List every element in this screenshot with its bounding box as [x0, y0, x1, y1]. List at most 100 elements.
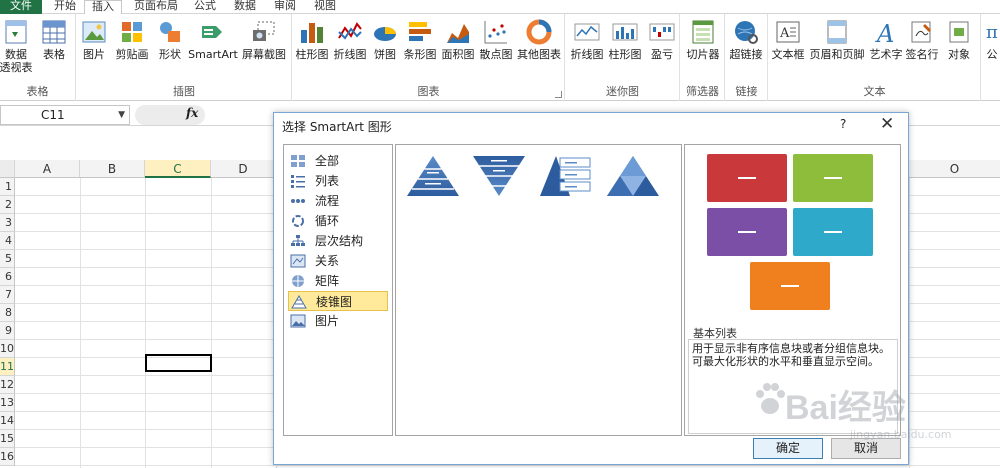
tab-formulas[interactable]: 公式	[190, 0, 220, 14]
pie-chart-button[interactable]: 饼图	[369, 18, 401, 61]
equation-button[interactable]: π 公	[984, 18, 1000, 61]
other-charts-button[interactable]: 其他图表	[515, 18, 563, 61]
line-chart-button[interactable]: 折线图	[331, 18, 369, 61]
row-header[interactable]: 16	[0, 448, 15, 466]
picture-icon	[82, 21, 106, 43]
row-header[interactable]: 12	[0, 376, 15, 394]
sparkline-winloss-label: 盈亏	[651, 48, 673, 61]
name-box-dropdown-icon[interactable]: ▼	[118, 106, 125, 124]
row-header[interactable]: 2	[0, 196, 15, 214]
category-hierarchy[interactable]: 层次结构	[288, 231, 388, 251]
row-header[interactable]: 14	[0, 412, 15, 430]
charts-dialog-launcher[interactable]	[555, 91, 562, 98]
row-header[interactable]: 9	[0, 322, 15, 340]
category-pyramid-label: 棱锥图	[316, 295, 353, 309]
tab-review[interactable]: 审阅	[270, 0, 300, 14]
tab-data[interactable]: 数据	[230, 0, 260, 14]
area-chart-label: 面积图	[441, 48, 475, 61]
row-header[interactable]: 13	[0, 394, 15, 412]
scatter-chart-button[interactable]: 散点图	[477, 18, 515, 61]
category-picture[interactable]: 图片	[288, 311, 388, 331]
category-matrix[interactable]: 矩阵	[288, 271, 388, 291]
inverted-pyramid-thumbnail[interactable]	[470, 152, 528, 200]
wordart-button[interactable]: A 艺术字	[867, 18, 905, 61]
category-all[interactable]: 全部	[288, 151, 388, 171]
segmented-pyramid-thumbnail[interactable]	[604, 152, 662, 200]
row-header[interactable]: 8	[0, 304, 15, 322]
hyperlink-button[interactable]: 超链接	[726, 18, 766, 61]
signature-line-button[interactable]: 签名行	[903, 18, 941, 61]
preview-shape	[707, 208, 787, 256]
object-button[interactable]: 对象	[941, 18, 977, 61]
tab-page-layout[interactable]: 页面布局	[128, 0, 184, 14]
category-picture-label: 图片	[315, 314, 340, 328]
tab-view[interactable]: 视图	[310, 0, 340, 14]
row-header[interactable]: 5	[0, 250, 15, 268]
pyramid-list-thumbnail[interactable]	[538, 152, 596, 200]
equation-label: 公	[986, 48, 998, 61]
column-header-a[interactable]: A	[15, 160, 80, 178]
close-icon[interactable]: ✕	[880, 114, 894, 134]
row-header[interactable]: 4	[0, 232, 15, 250]
column-header-b[interactable]: B	[80, 160, 145, 178]
smartart-icon	[202, 26, 222, 38]
pyramid-icon	[291, 295, 307, 309]
select-all-corner[interactable]	[0, 160, 15, 178]
row-header[interactable]: 11	[0, 358, 15, 376]
watermark: Bai经验 jingyan.baidu.com	[755, 378, 990, 458]
pivot-table-button[interactable]: 数据 透视表	[0, 18, 34, 74]
category-list-item[interactable]: 列表	[288, 171, 388, 191]
tab-file[interactable]: 文件	[0, 0, 42, 14]
shapes-button[interactable]: 形状	[155, 18, 185, 61]
group-charts: 柱形图 折线图 饼图 条形图 面积图 散点图 其他图表 图表	[293, 14, 565, 101]
preview-shape	[750, 262, 830, 310]
row-header[interactable]: 7	[0, 286, 15, 304]
category-cycle[interactable]: 循环	[288, 211, 388, 231]
row-header[interactable]: 10	[0, 340, 15, 358]
category-matrix-label: 矩阵	[315, 274, 340, 288]
category-process[interactable]: 流程	[288, 191, 388, 211]
screenshot-button[interactable]: 屏幕截图	[239, 18, 289, 61]
area-chart-button[interactable]: 面积图	[439, 18, 477, 61]
hyperlink-icon	[735, 21, 758, 44]
watermark-brand: Bai经验	[785, 389, 906, 427]
tab-home[interactable]: 开始	[50, 0, 80, 14]
category-relationship[interactable]: 关系	[288, 251, 388, 271]
sparkline-winloss-button[interactable]: 盈亏	[646, 18, 678, 61]
tab-insert[interactable]: 插入	[84, 0, 122, 15]
all-icon	[291, 155, 305, 167]
row-header[interactable]: 6	[0, 268, 15, 286]
process-icon	[291, 199, 305, 203]
column-chart-button[interactable]: 柱形图	[293, 18, 331, 61]
row-header[interactable]: 15	[0, 430, 15, 448]
insert-function-icon[interactable]: fx	[186, 106, 198, 120]
sparkline-column-button[interactable]: 柱形图	[606, 18, 644, 61]
column-header-c[interactable]: C	[145, 160, 211, 178]
help-icon[interactable]: ?	[840, 117, 846, 131]
picture-button[interactable]: 图片	[79, 18, 109, 61]
category-pyramid[interactable]: 棱锥图	[288, 291, 388, 311]
group-links: 超链接 链接	[726, 14, 768, 101]
pivot-table-icon	[5, 20, 27, 44]
smartart-button[interactable]: SmartArt	[187, 18, 239, 61]
basic-pyramid-thumbnail[interactable]	[404, 152, 462, 200]
column-header-d[interactable]: D	[211, 160, 276, 178]
group-filter: 切片器 筛选器	[681, 14, 725, 101]
cycle-icon	[292, 215, 304, 227]
ribbon: 数据 透视表 表格 表格 图片 剪贴画 形状 SmartArt 屏幕截图 插图 …	[0, 14, 1000, 101]
column-header-o[interactable]: O	[909, 160, 1000, 178]
slicer-button[interactable]: 切片器	[683, 18, 723, 61]
category-cycle-label: 循环	[315, 214, 340, 228]
active-cell-c11[interactable]	[145, 354, 212, 372]
clipart-button[interactable]: 剪贴画	[113, 18, 151, 61]
sparkline-line-button[interactable]: 折线图	[568, 18, 606, 61]
row-header[interactable]: 3	[0, 214, 15, 232]
table-button[interactable]: 表格	[38, 18, 70, 61]
textbox-button[interactable]: A 文本框	[769, 18, 807, 61]
shapes-label: 形状	[159, 48, 181, 61]
row-header[interactable]: 1	[0, 178, 15, 196]
header-footer-button[interactable]: 页眉和页脚	[807, 18, 867, 61]
bar-chart-button[interactable]: 条形图	[401, 18, 439, 61]
picture-category-icon	[290, 314, 306, 328]
name-box[interactable]: C11 ▼	[0, 105, 130, 125]
